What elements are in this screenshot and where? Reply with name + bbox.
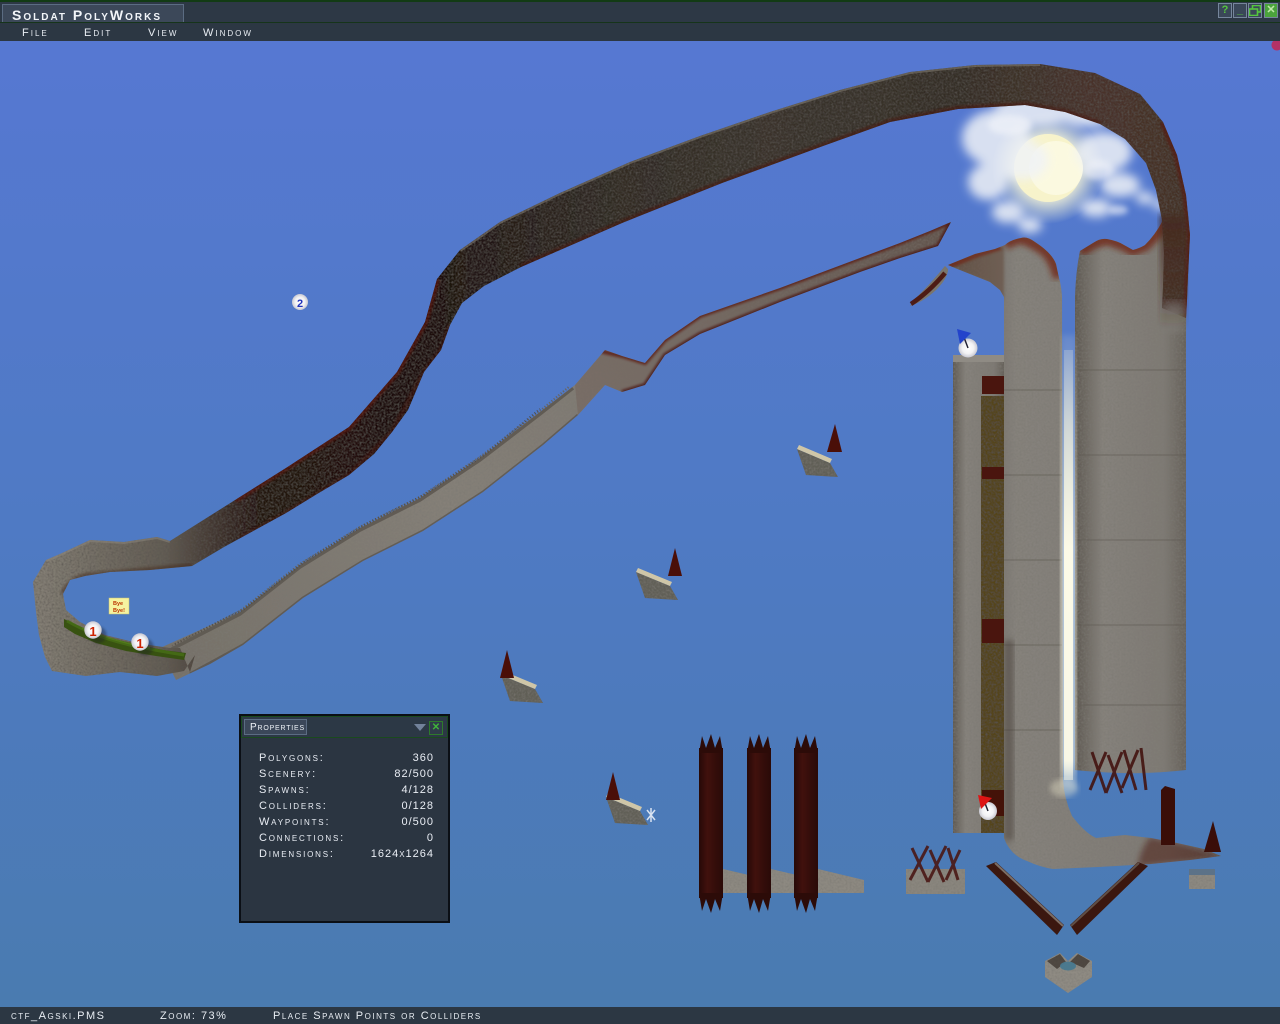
svg-text:1: 1 (136, 636, 143, 651)
svg-text:Bye!: Bye! (113, 608, 125, 614)
svg-text:2: 2 (297, 298, 303, 310)
svg-text:Bye: Bye (113, 601, 123, 607)
svg-text:1: 1 (89, 624, 96, 639)
